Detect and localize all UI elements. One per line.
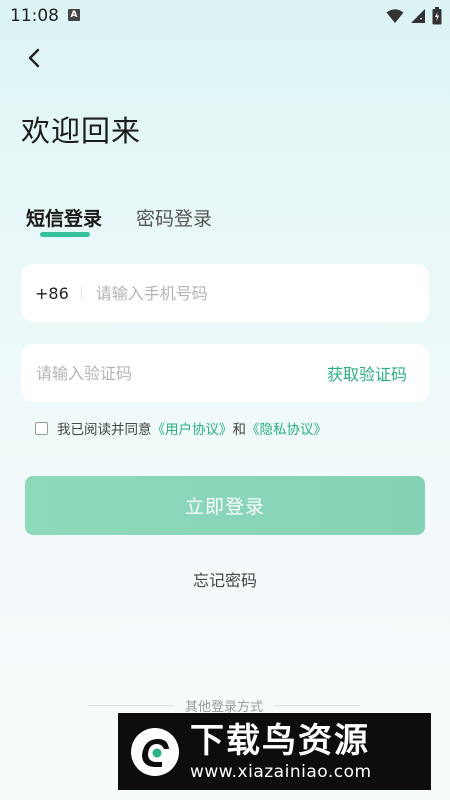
status-time: 11:08 <box>10 6 59 26</box>
get-code-button[interactable]: 获取验证码 <box>327 361 407 385</box>
privacy-policy-link[interactable]: 《隐私协议》 <box>246 418 327 438</box>
tab-label: 密码登录 <box>136 208 213 230</box>
phone-field-card: +86 <box>21 264 429 322</box>
user-agreement-link[interactable]: 《用户协议》 <box>152 418 233 438</box>
tab-active-indicator <box>40 232 90 237</box>
field-divider <box>80 286 82 300</box>
status-bar: 11:08 A <box>0 0 450 32</box>
watermark-url: www.xiazainiao.com <box>190 761 372 782</box>
watermark-title: 下载鸟资源 <box>190 720 370 761</box>
login-button[interactable]: 立即登录 <box>25 476 425 535</box>
agreement-row: 我已阅读并同意 《用户协议》 和 《隐私协议》 <box>35 418 327 438</box>
tab-sms-login[interactable]: 短信登录 <box>26 204 103 237</box>
watermark-text: 下载鸟资源 www.xiazainiao.com <box>190 721 372 783</box>
page-title: 欢迎回来 <box>21 114 142 148</box>
tab-password-login[interactable]: 密码登录 <box>136 204 212 235</box>
divider-line <box>275 705 361 706</box>
agreement-conjunction: 和 <box>232 422 247 438</box>
battery-icon <box>432 7 442 25</box>
bird-logo-icon <box>131 727 179 776</box>
forgot-password-link[interactable]: 忘记密码 <box>0 567 450 591</box>
wifi-icon <box>386 9 404 23</box>
notification-a-icon: A <box>68 9 80 21</box>
signal-icon <box>411 9 425 23</box>
login-tabs: 短信登录 密码登录 <box>26 204 212 237</box>
phone-input[interactable] <box>95 264 429 322</box>
divider-line <box>88 705 173 706</box>
tab-label: 短信登录 <box>26 208 103 230</box>
agreement-prefix: 我已阅读并同意 <box>57 422 152 438</box>
code-field-card: 获取验证码 <box>21 344 429 402</box>
watermark-banner: 下载鸟资源 www.xiazainiao.com <box>118 713 431 790</box>
country-code-selector[interactable]: +86 <box>35 284 69 303</box>
back-button[interactable] <box>20 44 48 72</box>
status-icons <box>386 6 442 26</box>
verification-code-input[interactable] <box>36 344 327 402</box>
agreement-checkbox[interactable] <box>35 421 48 435</box>
chevron-left-icon <box>28 48 40 68</box>
